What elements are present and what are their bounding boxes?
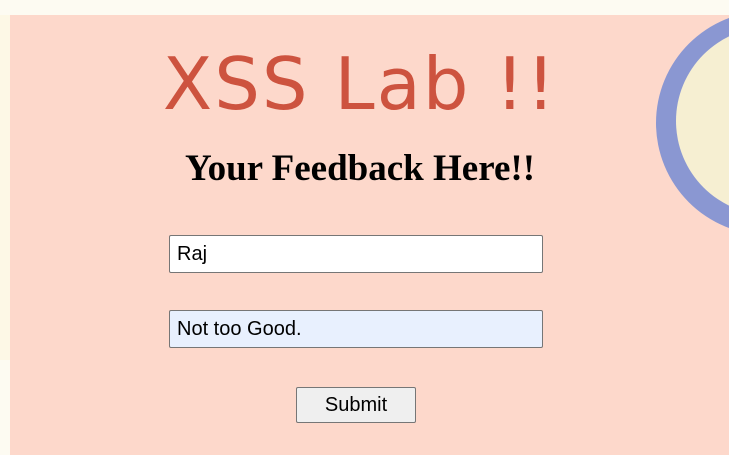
name-input[interactable] bbox=[169, 235, 543, 273]
left-border-strip bbox=[0, 15, 10, 360]
page-title: XSS Lab !! bbox=[162, 42, 558, 126]
page-subtitle: Your Feedback Here!! bbox=[184, 148, 536, 189]
feedback-input[interactable] bbox=[169, 310, 543, 348]
feedback-page: XSS Lab !! Your Feedback Here!! Submit bbox=[10, 15, 729, 455]
submit-button[interactable]: Submit bbox=[296, 387, 416, 423]
